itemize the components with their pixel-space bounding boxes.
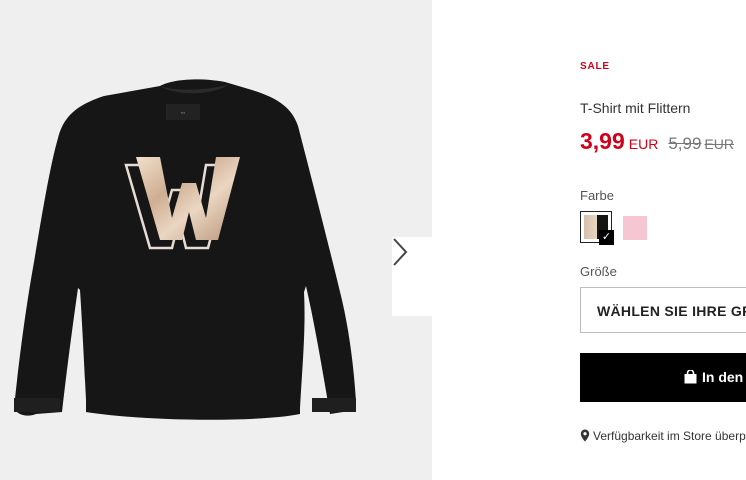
price-row: 3,99 EUR 5,99 EUR [580,128,734,155]
current-price: 3,99 [580,128,625,154]
shopping-bag-icon [684,370,697,384]
color-swatch-black[interactable]: ✓ [580,211,614,245]
svg-text:▪▪▪: ▪▪▪ [181,110,186,115]
sale-badge: SALE [580,61,610,72]
store-availability-link[interactable]: Verfügbarkeit im Store überprüfen [580,429,746,443]
size-label: Größe [580,264,617,279]
next-image-button[interactable] [392,237,432,316]
product-gallery: ▪▪▪ [0,0,432,480]
checkmark-icon: ✓ [599,230,614,245]
product-image: ▪▪▪ [14,79,356,420]
old-price: 5,99 [668,134,702,153]
current-price-currency: EUR [628,136,659,152]
old-price-currency: EUR [704,136,734,152]
color-swatch-pink[interactable] [623,216,647,240]
chevron-right-icon [393,238,408,266]
size-select[interactable]: WÄHLEN SIE IHRE GRÖSSE [580,287,746,333]
map-pin-icon [580,429,590,442]
product-info: SALE T-Shirt mit Flittern 3,99 EUR 5,99 EUR… [580,0,746,480]
add-to-cart-button[interactable]: In den Warenkorb [580,353,746,402]
add-to-cart-label: In den Warenkorb [702,369,746,385]
color-label: Farbe [580,188,614,203]
store-availability-label: Verfügbarkeit im Store überprüfen [593,429,746,443]
product-title: T-Shirt mit Flittern [580,100,691,116]
